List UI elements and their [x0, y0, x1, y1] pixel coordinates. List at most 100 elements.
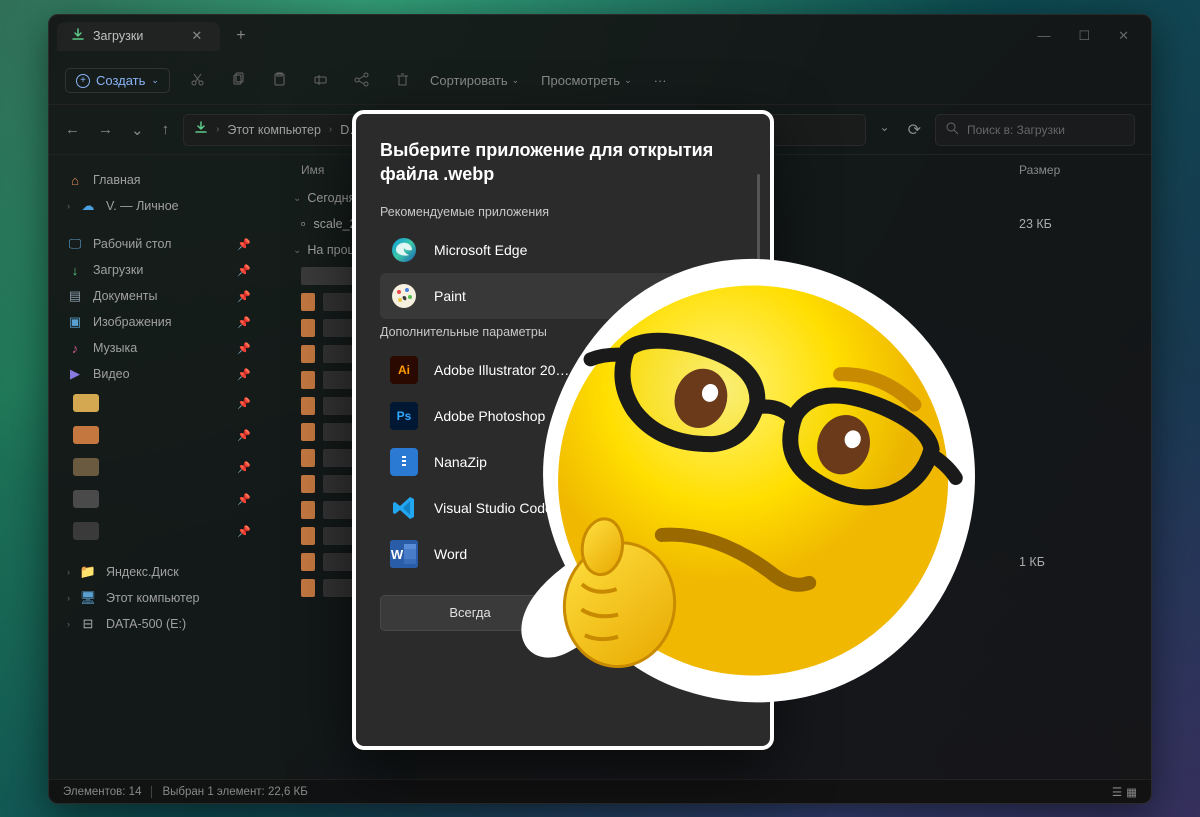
pin-icon: 📌	[237, 368, 251, 381]
file-icon	[301, 501, 315, 519]
sidebar-item-video[interactable]: ▶ Видео 📌	[59, 361, 259, 387]
drive-icon: ⊟	[80, 616, 96, 632]
sidebar-item-home[interactable]: ⌂ Главная	[59, 167, 259, 193]
status-items: Элементов: 14	[63, 786, 141, 798]
minimize-button[interactable]: —	[1037, 28, 1050, 44]
app-option-illustrator[interactable]: Ai Adobe Illustrator 20…	[380, 347, 750, 393]
rename-icon[interactable]	[313, 72, 328, 90]
close-button[interactable]: ✕	[1118, 28, 1129, 44]
file-icon	[301, 423, 315, 441]
app-label: Paint	[434, 288, 466, 304]
sidebar-item-folder[interactable]: 📌	[59, 387, 259, 419]
copy-icon[interactable]	[231, 72, 246, 90]
document-icon: ▤	[67, 288, 83, 304]
folder-icon	[73, 522, 99, 540]
app-label: Word	[434, 546, 467, 562]
app-option-word[interactable]: W Word	[380, 531, 750, 577]
crumb-root[interactable]: Этот компьютер	[227, 123, 320, 137]
app-label: Adobe Photoshop	[434, 408, 545, 424]
sidebar-item-folder[interactable]: 📌	[59, 515, 259, 547]
scrollbar[interactable]	[757, 174, 760, 374]
sidebar-item-folder[interactable]: 📌	[59, 419, 259, 451]
col-size[interactable]: Размер	[1019, 163, 1119, 177]
maximize-button[interactable]: ☐	[1078, 28, 1090, 44]
back-button[interactable]: ←	[65, 121, 80, 139]
download-icon: ↓	[67, 262, 83, 278]
toolbar: + Создать ⌄ Сортировать ⌄ Просмотреть ⌄ …	[49, 57, 1151, 105]
status-selected: Выбран 1 элемент: 22,6 КБ	[162, 786, 307, 798]
sidebar-item-folder[interactable]: 📌	[59, 451, 259, 483]
up-button[interactable]: ↑	[162, 121, 170, 139]
app-option-paint[interactable]: Paint	[380, 273, 750, 319]
once-button[interactable]: Только один раз	[572, 595, 752, 631]
forward-button[interactable]: →	[98, 121, 113, 139]
sidebar-item-desktop[interactable]: 🖵 Рабочий стол 📌	[59, 231, 259, 257]
refresh-button[interactable]: ⟳	[908, 120, 921, 140]
close-tab-icon[interactable]: ✕	[191, 28, 202, 44]
chevron-right-icon: ›	[67, 593, 70, 603]
view-menu[interactable]: Просмотреть ⌄	[541, 73, 631, 88]
sidebar-item-data500[interactable]: › ⊟ DATA-500 (E:)	[59, 611, 259, 637]
pin-icon: 📌	[237, 429, 251, 442]
app-option-vscode[interactable]: Visual Studio Code	[380, 485, 750, 531]
pin-icon: 📌	[237, 238, 251, 251]
chevron-right-icon: ›	[67, 619, 70, 629]
app-label: Adobe Illustrator 20…	[434, 362, 569, 378]
folder-icon	[73, 426, 99, 444]
section-recommended: Рекомендуемые приложения	[380, 205, 758, 219]
edge-icon	[390, 236, 418, 264]
chevron-down-icon: ⌄	[293, 245, 301, 256]
chevron-right-icon: ›	[67, 567, 70, 577]
share-icon[interactable]	[354, 72, 369, 90]
chevron-down-icon: ⌄	[293, 193, 301, 204]
file-icon	[301, 371, 315, 389]
recent-button[interactable]: ⌄	[131, 121, 144, 139]
image-icon: ▣	[67, 314, 83, 330]
paste-icon[interactable]	[272, 72, 287, 90]
plus-icon: +	[76, 74, 90, 88]
file-icon	[301, 527, 315, 545]
app-label: NanaZip	[434, 454, 487, 470]
chevron-right-icon: ›	[329, 124, 332, 135]
chevron-down-icon[interactable]: ⌄	[880, 120, 890, 140]
sidebar-item-folder[interactable]: 📌	[59, 483, 259, 515]
always-button[interactable]: Всегда	[380, 595, 560, 631]
download-icon	[71, 28, 85, 45]
pin-icon: 📌	[237, 264, 251, 277]
pin-icon: 📌	[237, 342, 251, 355]
more-menu[interactable]: ···	[654, 73, 667, 88]
sort-menu[interactable]: Сортировать ⌄	[430, 73, 519, 88]
new-button[interactable]: + Создать ⌄	[65, 68, 170, 93]
tab-title: Загрузки	[93, 29, 143, 43]
sidebar-item-yandex[interactable]: › 📁 Яндекс.Диск	[59, 559, 259, 585]
folder-icon	[73, 394, 99, 412]
delete-icon[interactable]	[395, 72, 410, 90]
sidebar-item-documents[interactable]: ▤ Документы 📌	[59, 283, 259, 309]
sidebar-item-thispc[interactable]: › 🖥 Этот компьютер	[59, 585, 259, 611]
details-view-icon[interactable]: ☰	[1112, 785, 1122, 799]
file-icon	[301, 579, 315, 597]
app-option-nanazip[interactable]: NanaZip	[380, 439, 750, 485]
illustrator-icon: Ai	[390, 356, 418, 384]
photoshop-icon: Ps	[390, 402, 418, 430]
tab-downloads[interactable]: Загрузки ✕	[57, 22, 220, 51]
chevron-right-icon: ›	[216, 124, 219, 135]
app-option-photoshop[interactable]: Ps Adobe Photoshop	[380, 393, 750, 439]
cut-icon[interactable]	[190, 72, 205, 90]
titlebar: Загрузки ✕ + — ☐ ✕	[49, 15, 1151, 57]
search-placeholder: Поиск в: Загрузки	[967, 123, 1065, 137]
new-tab-button[interactable]: +	[236, 27, 245, 45]
sidebar-item-personal[interactable]: › ☁ V. — Личное	[59, 193, 259, 219]
app-option-edge[interactable]: Microsoft Edge	[380, 227, 750, 273]
pin-icon: 📌	[237, 397, 251, 410]
vscode-icon	[390, 494, 418, 522]
home-icon: ⌂	[67, 172, 83, 188]
tiles-view-icon[interactable]: ▦	[1126, 785, 1137, 799]
sidebar-item-images[interactable]: ▣ Изображения 📌	[59, 309, 259, 335]
cloud-icon: ☁	[80, 198, 96, 214]
search-input[interactable]: Поиск в: Загрузки	[935, 114, 1135, 146]
sidebar-item-downloads[interactable]: ↓ Загрузки 📌	[59, 257, 259, 283]
sidebar-item-music[interactable]: ♪ Музыка 📌	[59, 335, 259, 361]
chevron-right-icon: ›	[67, 201, 70, 211]
search-icon	[946, 122, 959, 138]
